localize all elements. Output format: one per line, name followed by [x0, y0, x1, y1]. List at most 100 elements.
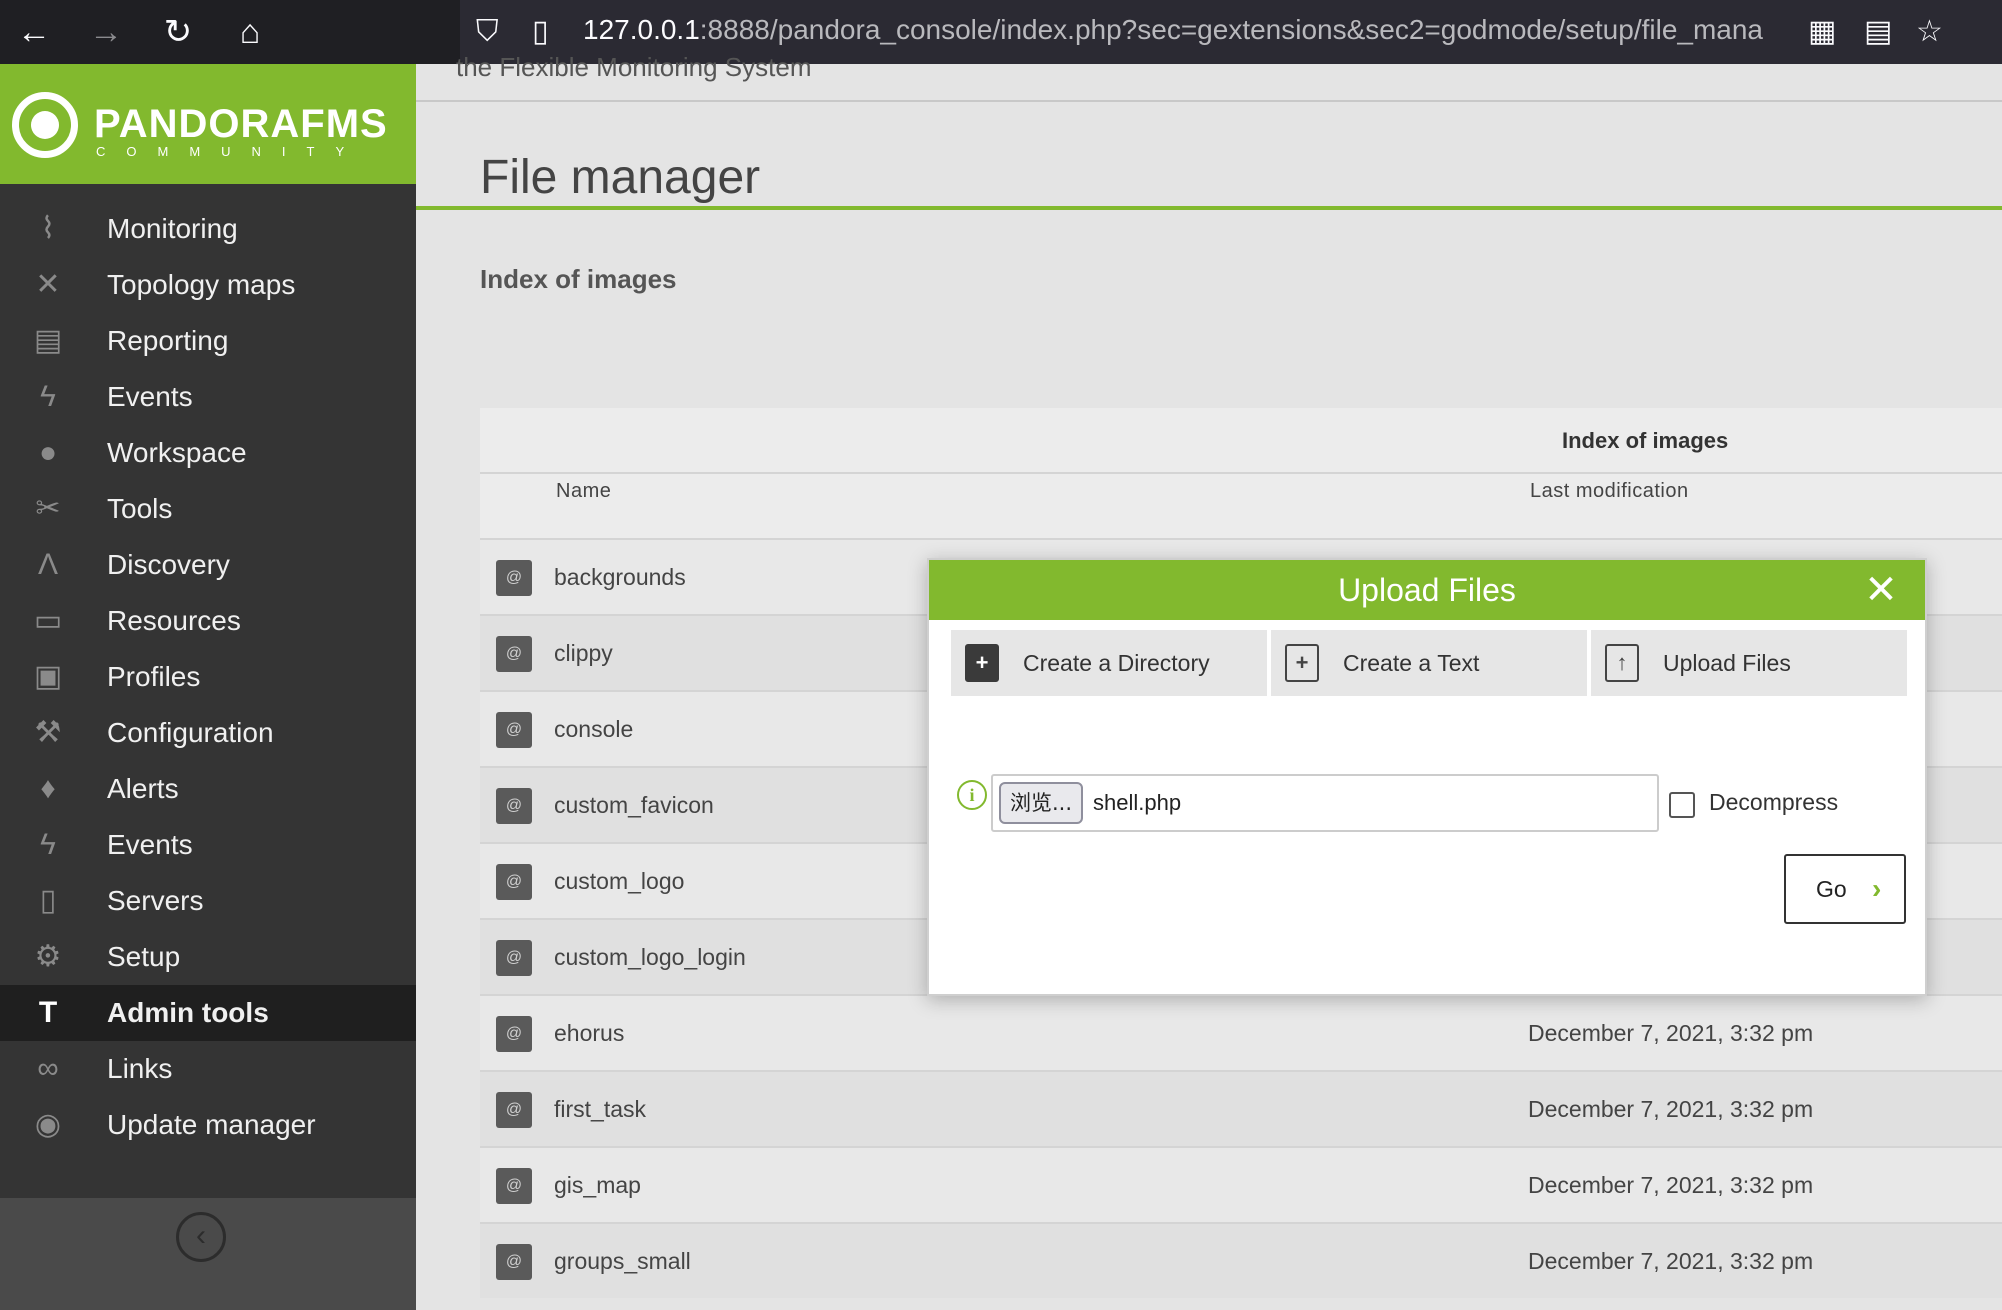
folder-name[interactable]: groups_small: [554, 1224, 691, 1298]
sidebar-item-label: Events: [107, 829, 193, 860]
close-icon[interactable]: ✕: [1859, 568, 1903, 612]
table-row[interactable]: @ first_task December 7, 2021, 3:32 pm: [480, 1070, 2002, 1146]
tab-create-text[interactable]: + Create a Text: [1271, 630, 1587, 696]
sidebar-item-profiles[interactable]: ▣ Profiles: [0, 649, 416, 705]
sidebar-item-label: Monitoring: [107, 213, 238, 244]
sidebar-item-events[interactable]: ϟ Events: [0, 369, 416, 425]
table-caption: Index of images: [1562, 428, 1729, 453]
sidebar-item-resources[interactable]: ▭ Resources: [0, 593, 416, 649]
qr-code-icon[interactable]: ▦: [1808, 10, 1836, 54]
sidebar-item-label: Reporting: [107, 325, 229, 356]
sidebar-item-links[interactable]: ∞ Links: [0, 1041, 416, 1097]
wrench-icon: ⚒: [34, 716, 62, 749]
column-header-modified[interactable]: Last modification: [1530, 480, 1689, 503]
dialog-title: Upload Files: [1338, 572, 1516, 608]
file-input[interactable]: 浏览... shell.php: [991, 774, 1659, 832]
shield-icon[interactable]: ⛉: [476, 10, 499, 54]
discovery-icon: Λ: [37, 548, 59, 581]
column-header-name[interactable]: Name: [556, 480, 611, 503]
title-divider: [416, 206, 2002, 210]
folder-icon: @: [496, 1092, 532, 1128]
folder-name[interactable]: custom_favicon: [554, 768, 714, 842]
page-icon[interactable]: ▯: [532, 10, 549, 54]
url-host: 127.0.0.1: [583, 14, 700, 45]
server-icon: ▯: [39, 884, 57, 917]
sidebar-item-update-manager[interactable]: ◉ Update manager: [0, 1097, 416, 1153]
collapse-sidebar-icon[interactable]: ‹: [176, 1212, 226, 1262]
go-button[interactable]: Go ›: [1784, 854, 1906, 924]
forward-icon[interactable]: →: [82, 8, 130, 56]
sidebar-item-servers[interactable]: ▯ Servers: [0, 873, 416, 929]
table-header: Index of images Name Last modification: [480, 408, 2002, 538]
gear-icon: ⚙: [34, 940, 62, 973]
decompress-checkbox[interactable]: [1669, 792, 1695, 818]
last-modified: December 7, 2021, 3:32 pm: [1528, 1096, 1814, 1122]
folder-icon: @: [496, 1244, 532, 1280]
admin-tools-icon: T: [38, 996, 58, 1029]
lightning-icon: ϟ: [40, 380, 56, 413]
sidebar-item-workspace[interactable]: ● Workspace: [0, 425, 416, 481]
logo[interactable]: PANDORAFMS COMMUNITY: [0, 64, 416, 184]
sidebar-item-configuration[interactable]: ⚒ Configuration: [0, 705, 416, 761]
header-divider: [416, 100, 2002, 102]
folder-name[interactable]: ehorus: [554, 996, 624, 1070]
reporting-icon: ▤: [33, 324, 63, 357]
sidebar-item-label: Topology maps: [107, 269, 296, 300]
back-icon[interactable]: ←: [10, 8, 58, 56]
sidebar-item-label: Update manager: [107, 1109, 316, 1140]
bookmark-star-icon[interactable]: ☆: [1916, 10, 1943, 54]
create-directory-icon: +: [965, 644, 999, 682]
browse-button[interactable]: 浏览...: [999, 782, 1083, 824]
folder-name[interactable]: clippy: [554, 616, 613, 690]
update-icon: ◉: [34, 1108, 62, 1141]
url-text[interactable]: 127.0.0.1:8888/pandora_console/index.php…: [583, 6, 1783, 54]
sidebar-item-label: Profiles: [107, 661, 201, 692]
tab-create-directory[interactable]: + Create a Directory: [951, 630, 1267, 696]
folder-name[interactable]: console: [554, 692, 633, 766]
info-icon[interactable]: i: [957, 780, 987, 810]
header-tagline: the Flexible Monitoring System: [456, 52, 812, 82]
pandorafms-logo-icon: [12, 92, 78, 158]
sidebar-item-admin-tools[interactable]: T Admin tools: [0, 985, 416, 1041]
reader-view-icon[interactable]: ▤: [1864, 10, 1892, 54]
logo-edition: COMMUNITY: [96, 144, 366, 159]
create-text-icon: +: [1285, 644, 1319, 682]
sidebar-item-label: Events: [107, 381, 193, 412]
sidebar-item-discovery[interactable]: Λ Discovery: [0, 537, 416, 593]
sidebar-item-reporting[interactable]: ▤ Reporting: [0, 313, 416, 369]
topology-icon: ✕: [35, 268, 61, 301]
table-row[interactable]: @ gis_map December 7, 2021, 3:32 pm: [480, 1146, 2002, 1222]
sidebar-item-topology-maps[interactable]: ✕ Topology maps: [0, 257, 416, 313]
sidebar-item-setup[interactable]: ⚙ Setup: [0, 929, 416, 985]
tab-upload-files[interactable]: ↑ Upload Files: [1591, 630, 1907, 696]
sidebar-item-label: Configuration: [107, 717, 274, 748]
decompress-label[interactable]: Decompress: [1709, 782, 1838, 822]
sidebar-item-monitoring[interactable]: ⌇ Monitoring: [0, 201, 416, 257]
folder-name[interactable]: gis_map: [554, 1148, 641, 1222]
folder-icon: @: [496, 712, 532, 748]
tools-icon: ✂: [35, 492, 61, 525]
table-row[interactable]: @ ehorus December 7, 2021, 3:32 pm: [480, 994, 2002, 1070]
table-row[interactable]: @ groups_small December 7, 2021, 3:32 pm: [480, 1222, 2002, 1298]
folder-name[interactable]: custom_logo_login: [554, 920, 746, 994]
folder-icon: @: [496, 1168, 532, 1204]
folder-icon: @: [496, 1016, 532, 1052]
selected-file-name: shell.php: [1093, 790, 1182, 815]
sidebar-item-events[interactable]: ϟ Events: [0, 817, 416, 873]
sidebar-item-label: Alerts: [107, 773, 179, 804]
user-icon: ●: [38, 436, 58, 469]
sidebar-footer: ‹: [0, 1198, 416, 1310]
sidebar-item-label: Admin tools: [107, 997, 269, 1028]
sidebar-item-tools[interactable]: ✂ Tools: [0, 481, 416, 537]
folder-name[interactable]: first_task: [554, 1072, 646, 1146]
reload-icon[interactable]: ↻: [154, 8, 202, 56]
sidebar-item-alerts[interactable]: ♦ Alerts: [0, 761, 416, 817]
folder-name[interactable]: custom_logo: [554, 844, 684, 918]
event-bolt-icon: ϟ: [40, 828, 56, 861]
tab-label: Upload Files: [1663, 650, 1791, 676]
folder-name[interactable]: backgrounds: [554, 540, 686, 614]
folder-icon: @: [496, 864, 532, 900]
resources-icon: ▭: [33, 604, 63, 637]
home-icon[interactable]: ⌂: [226, 8, 274, 56]
last-modified: December 7, 2021, 3:32 pm: [1528, 1020, 1814, 1046]
